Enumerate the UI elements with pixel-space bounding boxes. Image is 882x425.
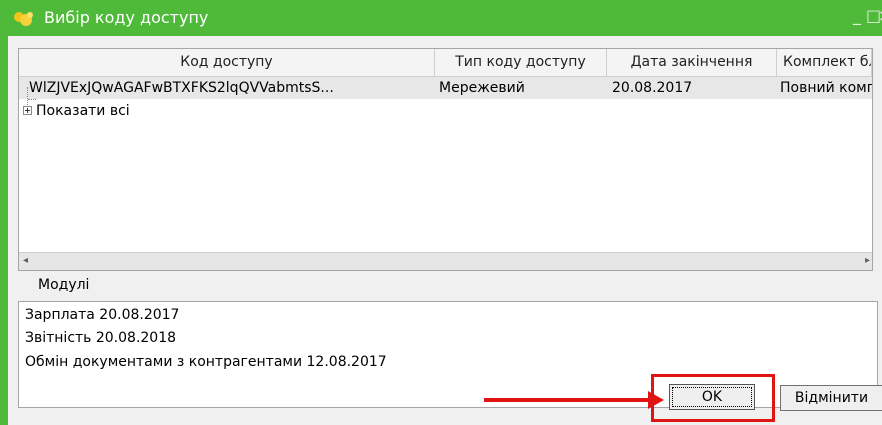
tree-connector (27, 87, 29, 105)
column-header-bundle[interactable]: Комплект бл (777, 49, 872, 76)
access-code-grid[interactable]: Код доступу Тип коду доступу Дата закінч… (18, 48, 873, 271)
ok-highlight-box: OK (651, 374, 775, 422)
cancel-button[interactable]: Відмінити (780, 385, 882, 411)
expand-plus-icon[interactable] (23, 106, 32, 115)
list-item: Зарплата 20.08.2017 (25, 307, 180, 323)
cell-expiry-date: 20.08.2017 (612, 80, 693, 96)
list-item: Звітність 20.08.2018 (25, 330, 177, 346)
close-button[interactable]: × (878, 6, 882, 25)
scroll-right-icon[interactable]: ▸ (865, 255, 870, 266)
horizontal-scrollbar[interactable]: ◂ ▸ (19, 252, 872, 270)
app-logo-icon (14, 12, 33, 26)
cell-bundle: Повний комп (780, 80, 872, 96)
column-header-expires[interactable]: Дата закінчення (607, 49, 777, 76)
callout-arrow-line (484, 398, 649, 402)
minimize-button[interactable]: _ (853, 6, 861, 25)
dialog-window: Вибір коду доступу _ □ × Код доступу Тип… (0, 0, 882, 425)
column-header-code[interactable]: Код доступу (19, 49, 435, 76)
modules-label: Модулі (38, 277, 90, 293)
table-row[interactable]: WlZJVExJQwAGAFwBTXFKS2lqQVVabmtsS... Мер… (19, 77, 872, 99)
title-bar[interactable]: Вибір коду доступу _ □ × (8, 0, 882, 36)
list-item: Обмін документами з контрагентами 12.08.… (25, 354, 387, 370)
ok-button[interactable]: OK (669, 384, 755, 410)
show-all-label: Показати всі (36, 103, 130, 119)
cell-access-code: WlZJVExJQwAGAFwBTXFKS2lqQVVabmtsS... (29, 80, 334, 96)
tree-connector (28, 99, 36, 101)
column-header-type[interactable]: Тип коду доступу (435, 49, 607, 76)
window-title: Вибір коду доступу (44, 8, 209, 27)
scroll-left-icon[interactable]: ◂ (23, 255, 28, 266)
grid-header: Код доступу Тип коду доступу Дата закінч… (19, 49, 872, 77)
dialog-content: Код доступу Тип коду доступу Дата закінч… (10, 36, 882, 425)
cell-code-type: Мережевий (439, 80, 525, 96)
